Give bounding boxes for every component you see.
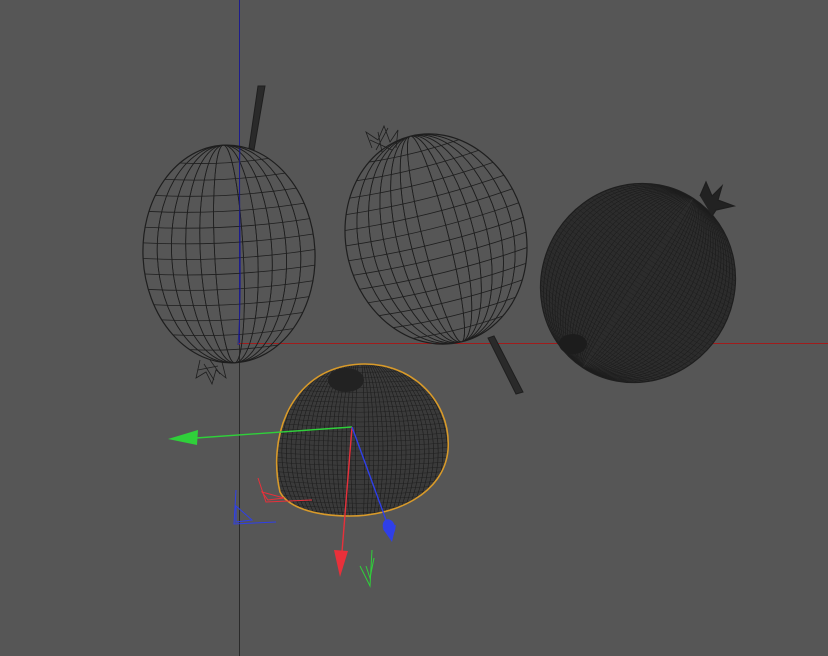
fruit-stem-down[interactable] (323, 114, 549, 395)
yz-plane-handle[interactable] (233, 489, 277, 525)
fruit-half-cut[interactable] (268, 356, 452, 548)
fruit-stem-up[interactable] (137, 85, 320, 386)
xy-plane-handle[interactable] (359, 549, 375, 588)
world-grid-axes (239, 0, 828, 656)
3d-viewport[interactable] (0, 0, 828, 656)
fruit-dense[interactable] (502, 146, 773, 420)
viewport-canvas[interactable] (0, 0, 828, 656)
